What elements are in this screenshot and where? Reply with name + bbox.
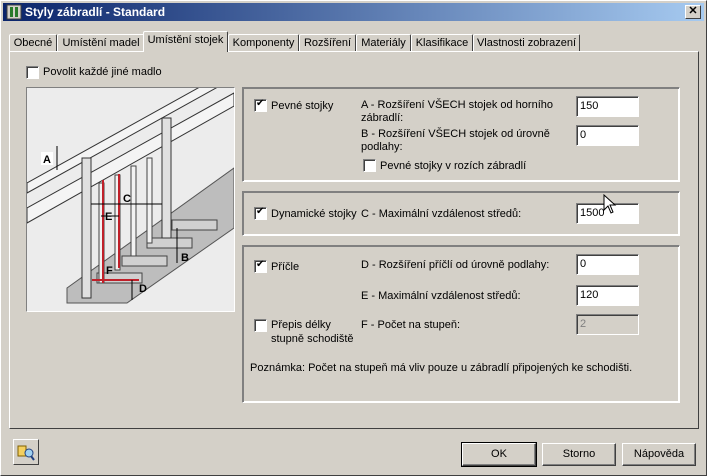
- note-text: Poznámka: Počet na stupeň má vliv pouze …: [250, 362, 633, 374]
- diagram-label-c: C: [123, 193, 131, 205]
- close-button[interactable]: ✕: [685, 5, 701, 19]
- count-per-tread-label: F - Počet na stupeň:: [361, 319, 461, 331]
- extension-a-label: A - Rozšíření VŠECH stojek od horního zá…: [361, 99, 553, 124]
- spacing-e-label: E - Maximální vzdálenost středů:: [361, 290, 521, 302]
- spacing-e-input[interactable]: 120: [576, 285, 639, 306]
- tab-components[interactable]: Komponenty: [228, 34, 299, 51]
- spacing-c-label: C - Maximální vzdálenost středů:: [361, 208, 522, 220]
- tab-classification[interactable]: Klasifikace: [411, 34, 473, 51]
- allow-every-other-rail-label: Povolit každé jiné madlo: [43, 66, 162, 78]
- railing-illustration: A B C D E F: [27, 88, 234, 311]
- railing-diagram: A B C D E F: [26, 87, 235, 312]
- window-title: Styly zábradlí - Standard: [25, 5, 166, 19]
- override-riser-length-label-2: stupně schodiště: [271, 333, 354, 345]
- diagram-label-f: F: [106, 265, 113, 277]
- override-riser-length-checkbox[interactable]: [254, 319, 267, 332]
- style-browser-button[interactable]: [13, 439, 39, 465]
- dialog-window: Styly zábradlí - Standard ✕ Obecné Umíst…: [0, 0, 707, 476]
- fixed-posts-label: Pevné stojky: [271, 100, 334, 112]
- style-browser-icon: [17, 445, 35, 461]
- tab-general[interactable]: Obecné: [9, 34, 57, 51]
- extension-a-input[interactable]: 150: [576, 96, 639, 117]
- corner-posts-checkbox[interactable]: [363, 159, 376, 172]
- fixed-posts-checkbox[interactable]: [254, 98, 267, 112]
- tab-extensions[interactable]: Rozšíření: [299, 34, 356, 51]
- tab-materials[interactable]: Materiály: [356, 34, 411, 51]
- diagram-label-d: D: [139, 283, 147, 295]
- count-per-tread-input: 2: [576, 314, 639, 335]
- title-bar[interactable]: Styly zábradlí - Standard ✕: [3, 3, 704, 21]
- tab-display-properties[interactable]: Vlastnosti zobrazení: [473, 34, 580, 51]
- tab-post-locations[interactable]: Umístění stojek: [143, 31, 228, 52]
- tab-rail-locations[interactable]: Umístění madel: [57, 34, 145, 51]
- app-icon: [6, 4, 22, 20]
- balusters-label: Příčle: [271, 261, 300, 273]
- ok-button[interactable]: OK: [461, 442, 537, 467]
- allow-every-other-rail-checkbox[interactable]: [26, 66, 39, 79]
- extension-b-label: B - Rozšíření VŠECH stojek od úrovně pod…: [361, 128, 550, 153]
- help-button[interactable]: Nápověda: [622, 443, 696, 466]
- extension-d-label: D - Rozšíření příčlí od úrovně podlahy:: [361, 259, 550, 271]
- extension-b-input[interactable]: 0: [576, 125, 639, 146]
- cancel-button[interactable]: Storno: [542, 443, 616, 466]
- dynamic-posts-label: Dynamické stojky: [271, 208, 357, 220]
- corner-posts-label: Pevné stojky v rozích zábradlí: [380, 160, 527, 172]
- mouse-cursor-icon: [603, 194, 617, 214]
- diagram-label-e: E: [105, 211, 112, 223]
- override-riser-length-label-1: Přepis délky: [271, 319, 331, 331]
- balusters-checkbox[interactable]: [254, 259, 267, 273]
- extension-d-input[interactable]: 0: [576, 254, 639, 275]
- diagram-label-b: B: [181, 252, 189, 264]
- diagram-label-a: A: [43, 154, 51, 166]
- dynamic-posts-checkbox[interactable]: [254, 206, 267, 220]
